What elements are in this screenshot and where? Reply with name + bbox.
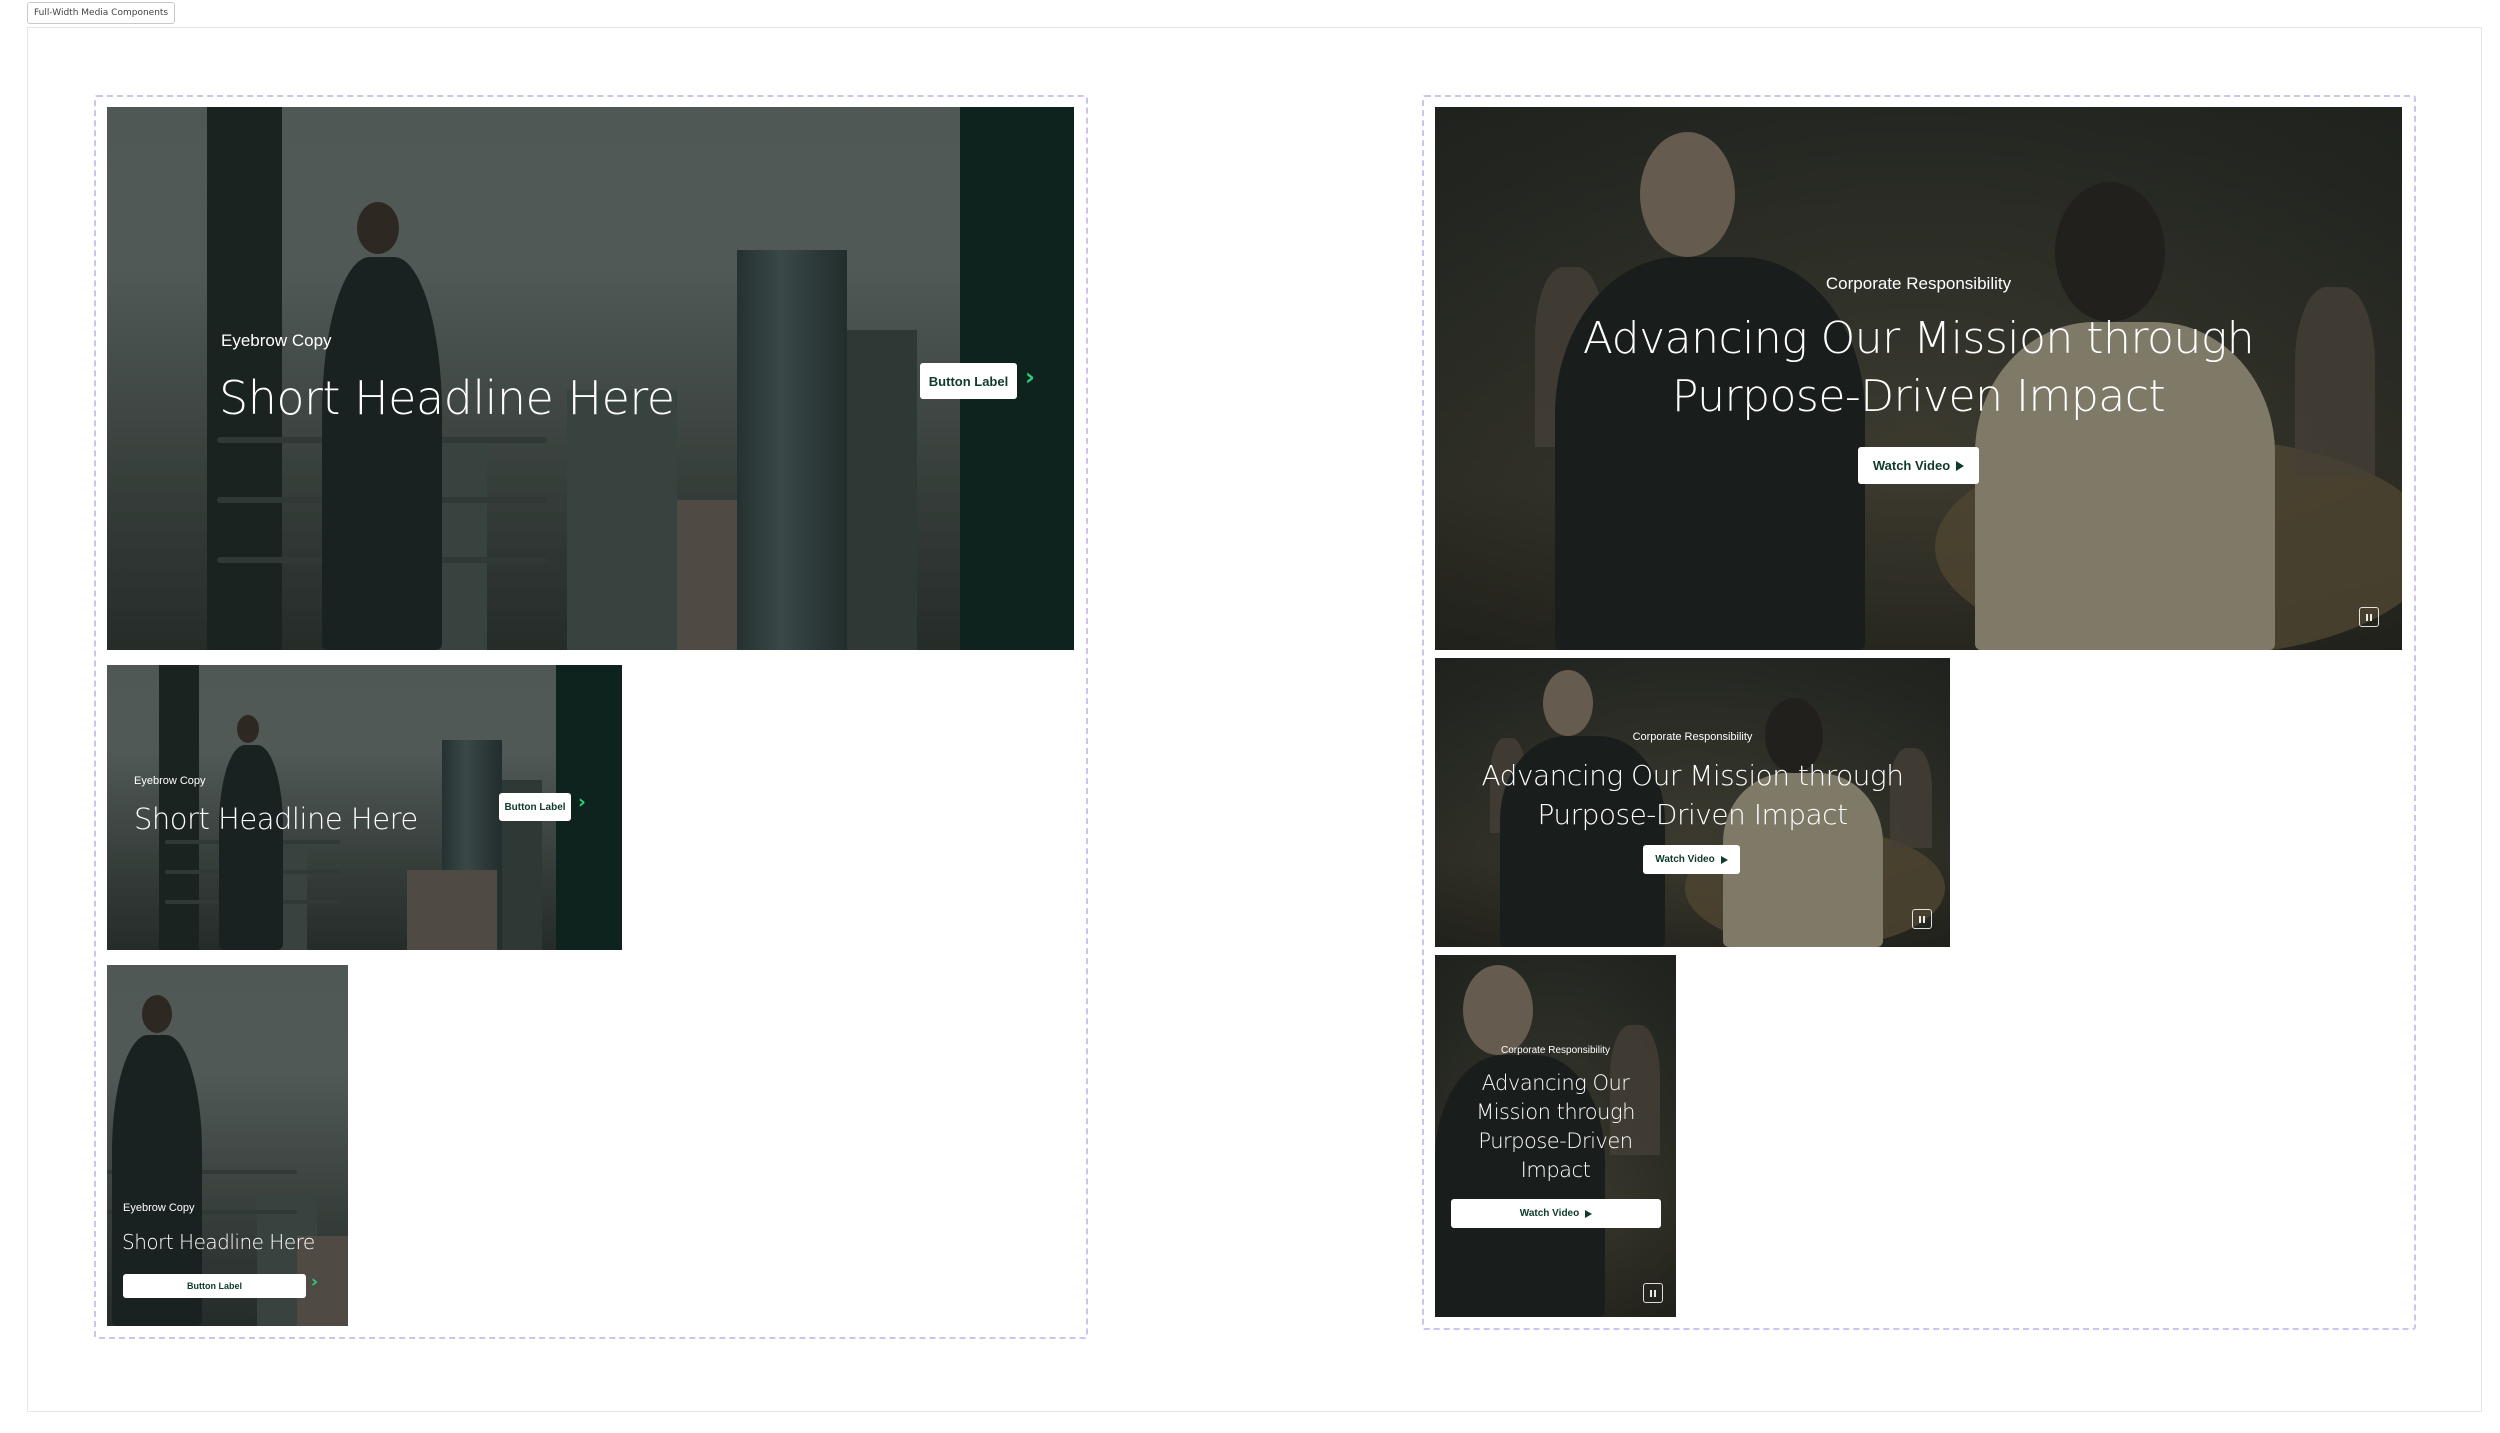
headline: Short Headline Here [134,802,418,836]
eyebrow-text: Eyebrow Copy [123,1202,195,1214]
cta-button-label: Button Label [928,373,1009,389]
eyebrow-text: Corporate Responsibility [1501,1045,1610,1056]
video-hero-card-medium: Corporate Responsibility Advancing Our M… [1435,658,1950,947]
watch-video-button[interactable]: Watch Video [1858,447,1979,484]
headline: Short Headline Here [219,371,675,425]
hero-card-large: Eyebrow Copy Short Headline Here Button … [107,107,1074,650]
pause-icon[interactable] [1912,909,1932,929]
pause-icon[interactable] [2359,607,2379,627]
cta-button[interactable]: Button Label [499,793,571,821]
video-hero-card-small: Corporate Responsibility Advancing Our M… [1435,955,1676,1317]
watch-video-label: Watch Video [1655,854,1715,865]
headline-line-1: Advancing Our [1481,1071,1630,1095]
play-icon [1956,460,1965,471]
chevron-right-icon[interactable]: › [311,1272,318,1292]
cta-button-label: Button Label [187,1281,242,1291]
eyebrow-text: Eyebrow Copy [221,331,332,350]
headline-line-4: Impact [1520,1158,1591,1182]
watch-video-label: Watch Video [1519,1208,1580,1219]
video-hero-card-large: Corporate Responsibility Advancing Our M… [1435,107,2402,650]
cta-button[interactable]: Button Label [920,363,1017,399]
cta-button-label: Button Label [504,801,566,813]
headline-line-1: Advancing Our Mission through [1582,313,2255,364]
eyebrow-text: Corporate Responsibility [1632,731,1753,743]
headline: Short Headline Here [122,1230,315,1254]
eyebrow-text: Eyebrow Copy [134,775,206,787]
chevron-right-icon[interactable]: › [578,791,586,813]
headline-line-2: Mission through [1476,1100,1635,1124]
watch-video-label: Watch Video [1872,458,1951,473]
chevron-right-icon[interactable]: › [1025,363,1035,391]
headline-line-2: Purpose-Driven Impact [1537,798,1848,831]
frame-label: Full-Width Media Components [27,2,176,24]
play-icon [1585,1209,1593,1218]
play-icon [1720,855,1728,864]
hero-card-small: Eyebrow Copy Short Headline Here Button … [107,965,348,1326]
headline-line-2: Purpose-Driven Impact [1671,371,2166,422]
eyebrow-text: Corporate Responsibility [1825,274,2012,293]
watch-video-button[interactable]: Watch Video [1643,845,1740,874]
headline-line-3: Purpose-Driven [1478,1129,1633,1153]
headline-line-1: Advancing Our Mission through [1481,759,1904,792]
hero-card-medium: Eyebrow Copy Short Headline Here Button … [107,665,622,950]
pause-icon[interactable] [1643,1283,1663,1303]
cta-button[interactable]: Button Label [123,1274,306,1298]
watch-video-button[interactable]: Watch Video [1451,1199,1661,1228]
